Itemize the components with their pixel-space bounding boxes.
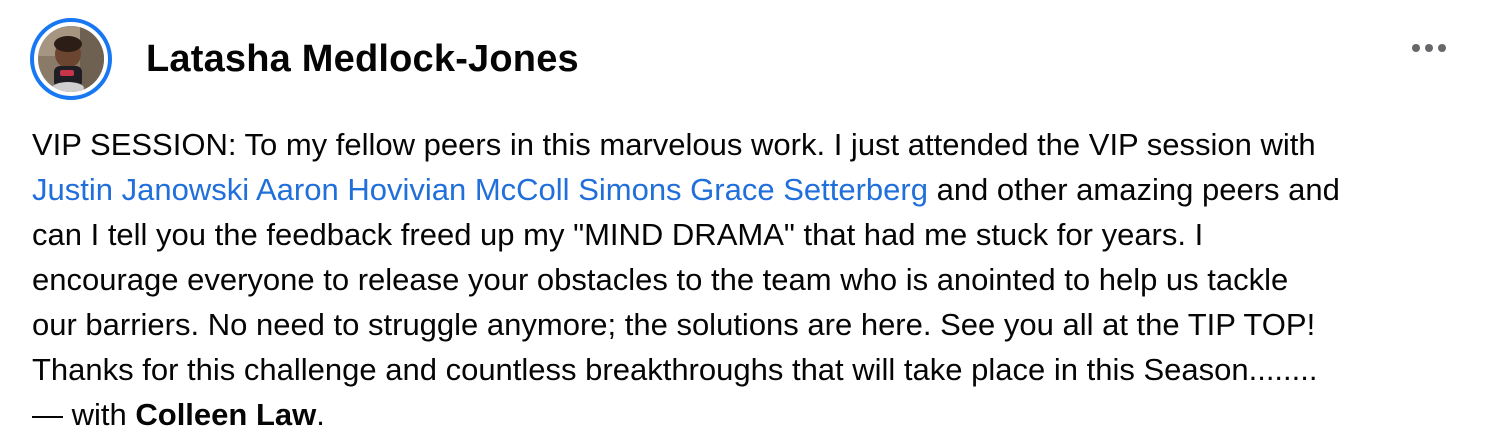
post-text-line: our barriers. No need to struggle anymor… [32,307,1316,342]
post-text-fragment: and other amazing peers and [936,172,1340,207]
avatar-photo [38,26,104,92]
more-options-icon[interactable] [1412,44,1446,52]
with-prefix: — with [32,397,127,432]
avatar[interactable] [30,18,112,100]
post-text-line: VIP SESSION: To my fellow peers in this … [32,127,1316,162]
more-dot [1425,44,1433,52]
author-name[interactable]: Latasha Medlock-Jones [146,38,579,81]
tagged-person-link[interactable]: Simons Grace Setterberg [578,172,928,207]
with-line: — with Colleen Law. [32,392,1477,437]
with-suffix: . [316,397,325,432]
facebook-post: Latasha Medlock-Jones VIP SESSION: To my… [0,0,1500,446]
post-text-line: encourage everyone to release your obsta… [32,262,1289,297]
post-text-line: Thanks for this challenge and countless … [32,352,1318,387]
avatar-photo-image [38,26,104,92]
post-text-line: can I tell you the feedback freed up my … [32,217,1204,252]
more-dot [1412,44,1420,52]
more-dot [1438,44,1446,52]
post-text: VIP SESSION: To my fellow peers in this … [32,122,1477,437]
tagged-person-link[interactable]: Aaron Hovivian McColl [256,172,570,207]
tagged-person-link[interactable]: Justin Janowski [32,172,249,207]
with-person-link[interactable]: Colleen Law [135,397,316,432]
post-header: Latasha Medlock-Jones [30,18,579,100]
post-text-line: Justin Janowski Aaron Hovivian McColl Si… [32,167,1477,212]
